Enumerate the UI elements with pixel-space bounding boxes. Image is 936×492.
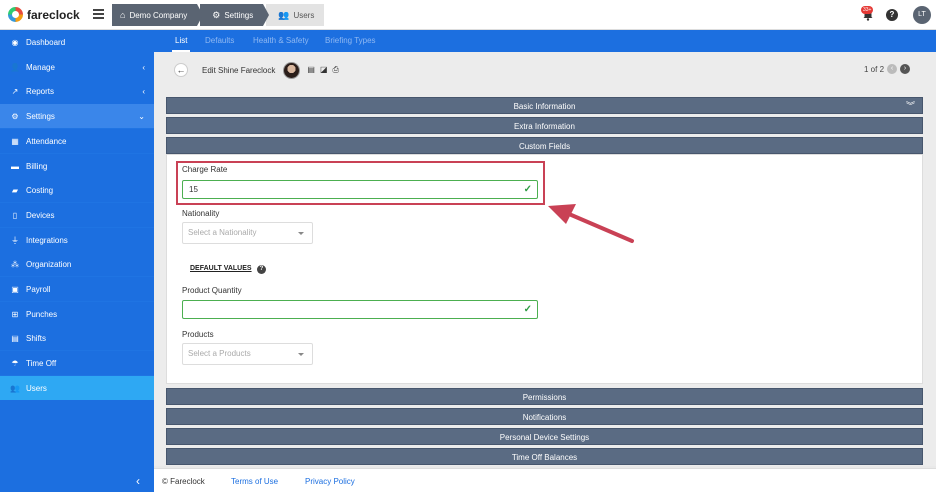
section-basic-information[interactable]: Basic Information ︾ (166, 97, 923, 114)
default-values-heading: DEFAULT VALUES (190, 265, 252, 272)
sitemap-icon: ⁂ (11, 259, 19, 269)
tabs-bar: List Defaults Health & Safety Briefing T… (154, 30, 936, 52)
id-card-icon[interactable]: ▤ (307, 65, 320, 74)
back-arrow-icon[interactable]: ← (174, 63, 188, 77)
privacy-link[interactable]: Privacy Policy (305, 477, 355, 486)
card-icon: ▬ (11, 161, 19, 171)
gear-icon: ⚙ (212, 9, 221, 20)
notification-badge: 33+ (861, 6, 874, 14)
breadcrumb-settings[interactable]: ⚙ Settings (200, 4, 270, 26)
sidebar-item-attendance[interactable]: ▦ Attendance (0, 129, 154, 153)
nationality-label: Nationality (182, 209, 220, 218)
breadcrumb: ⌂ Demo Company ⚙ Settings 👥 Users (112, 4, 325, 26)
sidebar-item-time-off[interactable]: ☂ Time Off (0, 351, 154, 375)
tablet-icon: ▯ (12, 210, 18, 220)
sidebar-item-reports[interactable]: ↗ Reports ‹ (0, 79, 154, 103)
pager-text: 1 of 2 (864, 64, 885, 74)
users-icon: 👥 (278, 9, 290, 20)
logo-icon (8, 7, 23, 22)
sidebar-item-costing[interactable]: ▰ Costing (0, 178, 154, 202)
collapse-sidebar-icon[interactable]: ‹ (136, 474, 140, 488)
section-personal-device-settings[interactable]: Personal Device Settings (166, 428, 923, 445)
sidebar-item-payroll[interactable]: ▣ Payroll (0, 277, 154, 301)
prev-page-icon[interactable]: ‹ (887, 64, 898, 74)
copyright: © Fareclock (162, 477, 205, 486)
calendar-icon: ▤ (11, 333, 19, 343)
plug-icon: ⏚ (11, 235, 19, 245)
sidebar-item-manage[interactable]: 👤 Manage ‹ (0, 55, 154, 79)
logo-text: fareclock (27, 7, 80, 22)
products-label: Products (182, 330, 214, 339)
collapse-all-icon[interactable]: ︾ (906, 98, 915, 115)
sidebar-item-devices[interactable]: ▯ Devices (0, 203, 154, 227)
chevron-left-icon: ‹ (142, 62, 145, 72)
punch-icon: ⊞ (11, 309, 19, 319)
gear-icon: ⚙ (11, 111, 19, 121)
chevron-left-icon: ‹ (142, 86, 145, 96)
sidebar-item-users[interactable]: 👥 Users (0, 376, 154, 400)
caret-down-icon (298, 353, 304, 356)
footer: © Fareclock Terms of Use Privacy Policy (154, 468, 936, 492)
tab-health-safety[interactable]: Health & Safety (253, 36, 309, 45)
terms-link[interactable]: Terms of Use (231, 477, 278, 486)
sidebar-item-billing[interactable]: ▬ Billing (0, 154, 154, 178)
sidebar: ◉ Dashboard 👤 Manage ‹ ↗ Reports ‹ ⚙ Settings ⌄… (0, 30, 154, 492)
chevron-down-icon: ⌄ (138, 111, 145, 121)
nationality-select[interactable]: Select a Nationality (182, 222, 313, 244)
sidebar-item-integrations[interactable]: ⏚ Integrations (0, 228, 154, 252)
money-icon: ▣ (11, 284, 19, 294)
product-quantity-field[interactable]: ✓ (182, 300, 538, 319)
section-permissions[interactable]: Permissions (166, 388, 923, 405)
fareclock-logo[interactable]: fareclock (8, 7, 80, 22)
section-extra-information[interactable]: Extra Information (166, 117, 923, 134)
tab-defaults[interactable]: Defaults (205, 36, 234, 45)
folder-icon: ▰ (11, 185, 19, 195)
sidebar-item-settings[interactable]: ⚙ Settings ⌄ (0, 104, 154, 128)
help-icon[interactable]: ? (886, 9, 898, 21)
sidebar-item-organization[interactable]: ⁂ Organization (0, 252, 154, 276)
edit-header: ← Edit Shine Fareclock ▤◪⎙ (166, 58, 922, 82)
pager: 1 of 2 ‹ › (864, 64, 911, 74)
user-avatar[interactable]: LT (913, 6, 931, 24)
page-title: Edit Shine Fareclock (202, 65, 276, 75)
product-quantity-label: Product Quantity (182, 286, 242, 295)
user-icon: 👤 (10, 62, 20, 72)
highlight-box (176, 161, 545, 205)
print-icon[interactable]: ⎙ (333, 65, 344, 74)
users-icon: 👥 (10, 383, 20, 393)
tab-briefing-types[interactable]: Briefing Types (325, 36, 376, 45)
hamburger-menu-icon[interactable] (93, 9, 104, 22)
home-icon: ⌂ (120, 10, 126, 20)
check-icon: ✓ (523, 304, 532, 315)
umbrella-icon: ☂ (11, 358, 19, 368)
section-custom-fields[interactable]: Custom Fields (166, 137, 923, 154)
tab-list[interactable]: List (171, 36, 192, 52)
sidebar-item-dashboard[interactable]: ◉ Dashboard (0, 30, 154, 54)
sidebar-item-punches[interactable]: ⊞ Punches (0, 302, 154, 326)
next-page-icon[interactable]: › (900, 64, 911, 74)
section-notifications[interactable]: Notifications (166, 408, 923, 425)
pointer-arrow (548, 204, 634, 243)
top-bar: fareclock ⌂ Demo Company ⚙ Settings 👥 Users… (0, 0, 936, 30)
caret-down-icon (298, 232, 304, 235)
breadcrumb-company[interactable]: ⌂ Demo Company (112, 4, 204, 26)
breadcrumb-users[interactable]: 👥 Users (266, 4, 325, 26)
gauge-icon: ◉ (11, 37, 19, 47)
section-time-off-balances[interactable]: Time Off Balances (166, 448, 923, 465)
avatar (283, 61, 301, 79)
camera-icon[interactable]: ◪ (320, 65, 333, 74)
sidebar-item-shifts[interactable]: ▤ Shifts (0, 326, 154, 350)
attendance-icon: ▦ (11, 136, 19, 146)
chart-icon: ↗ (11, 86, 19, 96)
question-icon[interactable]: ? (257, 265, 266, 274)
products-select[interactable]: Select a Products (182, 343, 313, 365)
